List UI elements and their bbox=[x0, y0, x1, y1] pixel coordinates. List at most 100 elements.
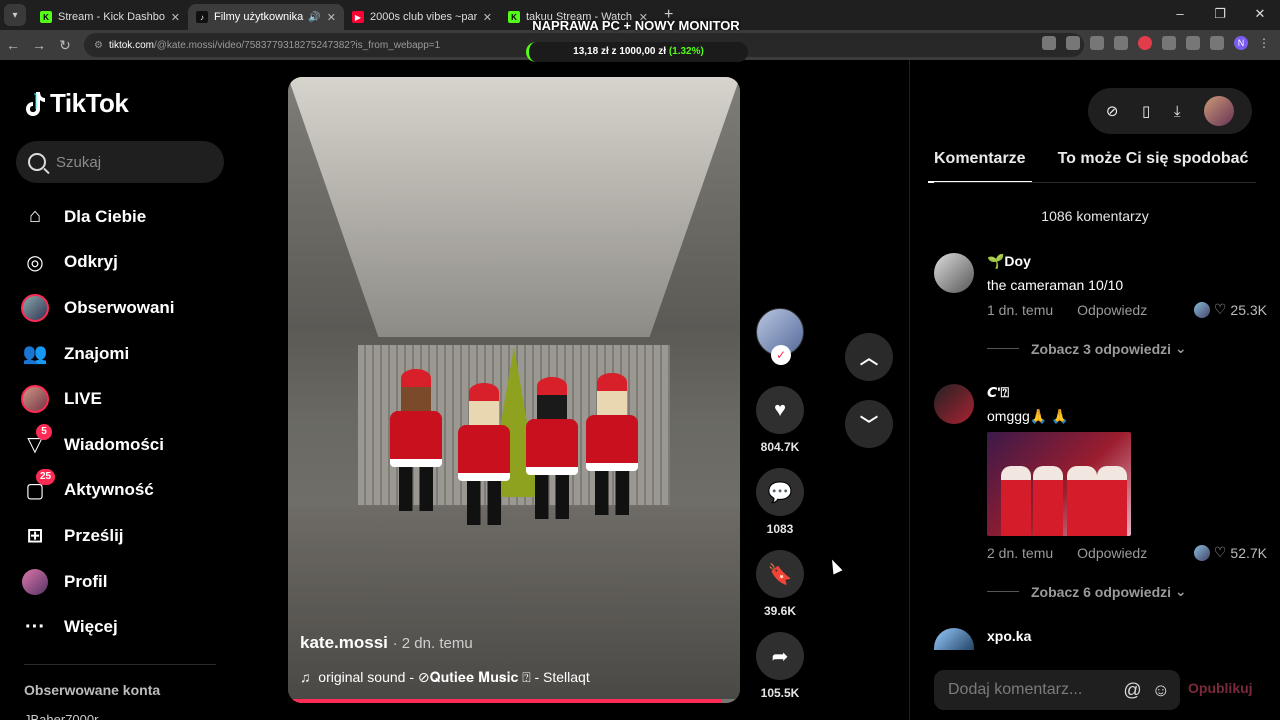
user-avatar[interactable] bbox=[1204, 96, 1235, 126]
comment-likes: 25.3K bbox=[1230, 301, 1267, 318]
commenter-avatar[interactable] bbox=[934, 384, 974, 424]
emoji-icon[interactable]: ☺ bbox=[1152, 680, 1170, 701]
nav-live[interactable]: LIVE bbox=[20, 376, 240, 422]
browser-tab-active[interactable]: ♪ Filmy użytkownika Kate.Mo 🔊 ✕ bbox=[188, 4, 344, 30]
goal-percent: (1.32%) bbox=[668, 46, 704, 57]
video-progress-bar[interactable] bbox=[288, 699, 740, 703]
close-tab-icon[interactable]: ✕ bbox=[327, 11, 336, 24]
close-tab-icon[interactable]: ✕ bbox=[483, 11, 492, 24]
more-menu-icon[interactable]: ⋮ bbox=[1258, 36, 1272, 50]
messages-badge: 5 bbox=[36, 423, 52, 440]
followed-check-icon[interactable]: ✓ bbox=[771, 345, 791, 365]
cast-icon[interactable] bbox=[1042, 36, 1056, 50]
nav-profile[interactable]: Profil bbox=[20, 559, 240, 605]
reply-button[interactable]: Odpowiedz bbox=[1077, 302, 1147, 318]
translate-icon[interactable] bbox=[1066, 36, 1080, 50]
comment-time: 2 dn. temu bbox=[987, 544, 1054, 561]
back-icon[interactable]: ← bbox=[0, 37, 26, 53]
comment-like-button[interactable]: ♡ 25.3K bbox=[1193, 301, 1267, 318]
device-icon[interactable]: ▯ bbox=[1142, 102, 1150, 120]
reload-icon[interactable]: ↻ bbox=[52, 37, 78, 54]
browser-tab[interactable]: ▶ 2000s club vibes ~party playlis ✕ bbox=[344, 4, 500, 30]
share-arrow-icon: ➦ bbox=[771, 645, 789, 668]
search-input[interactable]: Szukaj bbox=[16, 141, 224, 183]
bookmark-icon: 🔖 bbox=[767, 563, 793, 586]
nav-following[interactable]: Obserwowani bbox=[20, 285, 240, 331]
comment-like-button[interactable]: ♡ 52.7K bbox=[1193, 544, 1267, 561]
restore-icon[interactable]: ❐ bbox=[1200, 0, 1240, 30]
publish-button[interactable]: Opublikuj bbox=[1188, 680, 1253, 696]
previous-video-button[interactable]: ︿ bbox=[845, 333, 893, 381]
commenter-name[interactable]: xpo.ka bbox=[987, 628, 1267, 644]
home-icon: ⌂ bbox=[28, 205, 42, 228]
like-button[interactable]: ♥ bbox=[756, 386, 804, 434]
puzzle-icon[interactable] bbox=[1186, 36, 1200, 50]
commenter-avatar[interactable] bbox=[934, 253, 974, 293]
creator-avatar[interactable]: ✓ bbox=[756, 308, 804, 365]
next-video-button[interactable]: ﹀ bbox=[845, 400, 893, 448]
save-count: 39.6K bbox=[763, 604, 797, 618]
video-player[interactable]: kate.mossi · 2 dn. temu ♫ original sound… bbox=[288, 77, 740, 703]
chevron-down-icon: ﹀ bbox=[860, 415, 878, 435]
extension-record-icon[interactable] bbox=[1138, 36, 1152, 50]
window-controls: – ❐ ✕ bbox=[1160, 0, 1280, 30]
profile-avatar-icon[interactable]: N bbox=[1234, 36, 1248, 50]
tiktok-coin-icon[interactable]: ⊘ bbox=[1106, 102, 1119, 120]
comments-panel: ⊘ ▯ ⤓ Komentarze To może Ci się spodobać… bbox=[909, 60, 1280, 720]
goal-of: z bbox=[611, 46, 617, 57]
speaker-icon[interactable]: 🔊 bbox=[308, 12, 320, 23]
commenter-name[interactable]: 🌱Doy bbox=[987, 253, 1267, 270]
liker-avatar bbox=[1193, 301, 1210, 318]
comment-placeholder: Dodaj komentarz... bbox=[948, 681, 1083, 698]
site-info-icon[interactable]: ⚙ bbox=[94, 40, 103, 51]
close-tab-icon[interactable]: ✕ bbox=[171, 11, 180, 24]
sidepanel-icon[interactable] bbox=[1210, 36, 1224, 50]
commenter-name[interactable]: 𝘾'⍰ bbox=[987, 384, 1267, 401]
nav-explore[interactable]: ◎ Odkryj bbox=[20, 240, 240, 286]
share-button[interactable]: ➦ bbox=[756, 632, 804, 680]
following-account-item[interactable]: JBaher7000r bbox=[24, 712, 98, 720]
minimize-icon[interactable]: – bbox=[1160, 0, 1200, 30]
comment-bubble-icon: 💬 bbox=[767, 481, 793, 504]
view-replies-button[interactable]: Zobacz 3 odpowiedzi ⌄ bbox=[987, 340, 1267, 357]
nav-upload[interactable]: ⊞ Prześlij bbox=[20, 513, 240, 559]
comment-gif-image[interactable] bbox=[987, 432, 1131, 536]
video-sound[interactable]: ♫ original sound - ⊘𝐐𝐮𝐭𝐢𝐞𝐞 𝐌𝐮𝐬𝐢𝐜 ⍰ - Ste… bbox=[300, 669, 590, 686]
comment-total: 1086 komentarzy bbox=[1041, 208, 1149, 224]
video-author[interactable]: kate.mossi · 2 dn. temu bbox=[300, 633, 473, 653]
extension-icon[interactable] bbox=[1162, 36, 1176, 50]
mention-icon[interactable]: @ bbox=[1123, 680, 1141, 701]
tiktok-logo[interactable]: TikTok bbox=[24, 88, 129, 119]
forward-icon[interactable]: → bbox=[26, 37, 52, 53]
bookmark-star-icon[interactable] bbox=[1114, 36, 1128, 50]
close-window-icon[interactable]: ✕ bbox=[1240, 0, 1280, 30]
nav-label: Profil bbox=[64, 571, 108, 591]
nav-label: Znajomi bbox=[64, 343, 130, 363]
kick-favicon-icon: K bbox=[40, 11, 52, 23]
reply-button[interactable]: Odpowiedz bbox=[1077, 545, 1147, 561]
tab-suggested[interactable]: To może Ci się spodobać bbox=[1058, 150, 1249, 180]
nav-friends[interactable]: 👥 Znajomi bbox=[20, 331, 240, 377]
heart-outline-icon: ♡ bbox=[1213, 301, 1227, 317]
commenter-avatar[interactable] bbox=[934, 628, 974, 650]
upload-plus-icon: ⊞ bbox=[26, 525, 44, 548]
more-dots-icon: ··· bbox=[25, 615, 45, 638]
comment-text: the cameraman 10/10 bbox=[987, 277, 1124, 293]
zoom-icon[interactable] bbox=[1090, 36, 1104, 50]
nav-more[interactable]: ··· Więcej bbox=[20, 604, 240, 650]
download-icon[interactable]: ⤓ bbox=[1174, 103, 1181, 120]
nav-activity[interactable]: ▢ 25 Aktywność bbox=[20, 468, 240, 514]
nav-for-you[interactable]: ⌂ Dla Ciebie bbox=[20, 194, 240, 240]
comment-count: 1083 bbox=[766, 522, 794, 536]
nav-messages[interactable]: ▽ 5 Wiadomości bbox=[20, 422, 240, 468]
tab-comments[interactable]: Komentarze bbox=[928, 150, 1032, 183]
youtube-favicon-icon: ▶ bbox=[352, 11, 364, 23]
save-button[interactable]: 🔖 bbox=[756, 550, 804, 598]
view-replies-button[interactable]: Zobacz 6 odpowiedzi ⌄ bbox=[987, 583, 1267, 600]
comment-input[interactable]: Dodaj komentarz... @ ☺ bbox=[934, 670, 1180, 710]
comment-button[interactable]: 💬 bbox=[756, 468, 804, 516]
nav-label: Więcej bbox=[64, 617, 118, 637]
comment-text: omggg🙏 🙏 bbox=[987, 408, 1069, 424]
browser-tab[interactable]: K Stream - Kick Dashboard ✕ bbox=[32, 4, 188, 30]
tab-search-button[interactable]: ▾ bbox=[4, 4, 26, 26]
